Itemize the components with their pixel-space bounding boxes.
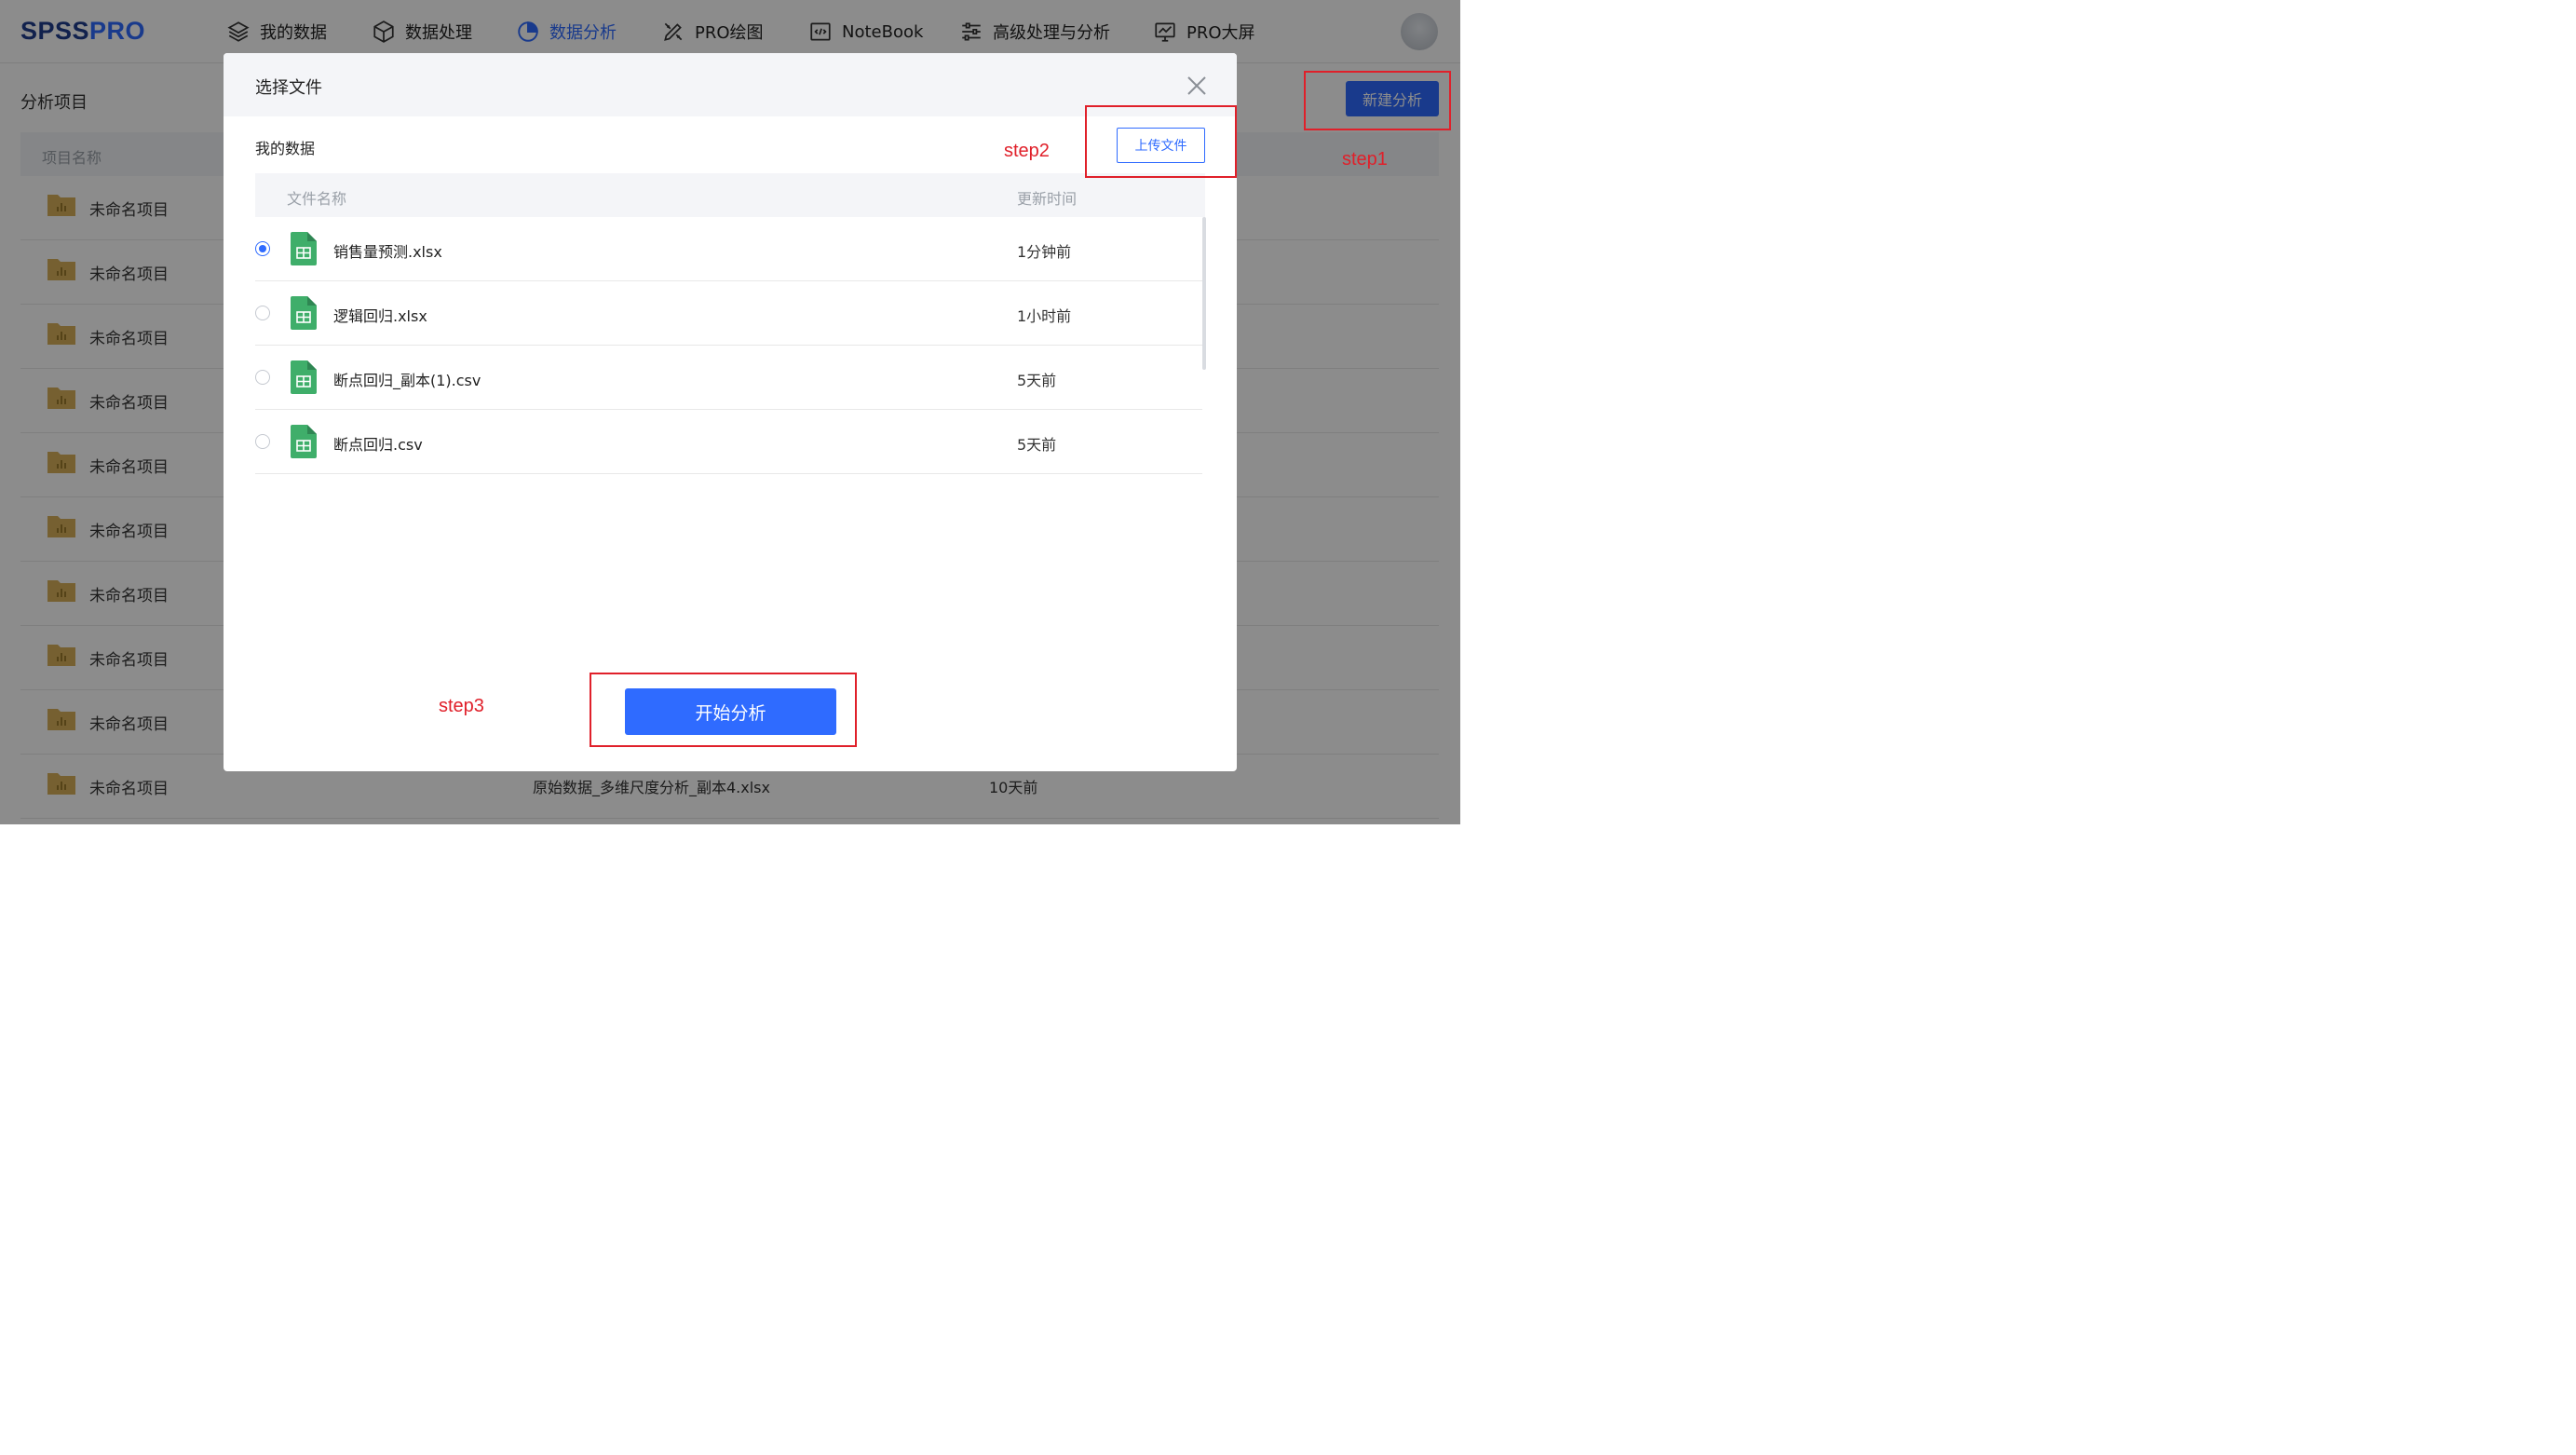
file-time: 1分钟前 — [1017, 243, 1072, 261]
file-name: 销售量预测.xlsx — [333, 243, 442, 261]
step3-highlight-box — [590, 673, 857, 747]
file-time: 5天前 — [1017, 436, 1057, 454]
file-radio[interactable] — [255, 370, 270, 385]
file-row[interactable]: 销售量预测.xlsx 1分钟前 — [255, 217, 1202, 281]
file-time: 1小时前 — [1017, 307, 1072, 325]
file-time: 5天前 — [1017, 372, 1057, 389]
step3-label: step3 — [439, 696, 484, 716]
file-name: 逻辑回归.xlsx — [333, 307, 427, 325]
close-icon[interactable] — [1186, 75, 1207, 96]
step1-highlight-box — [1304, 71, 1451, 130]
file-table-header: 文件名称 更新时间 — [255, 173, 1205, 217]
file-name: 断点回归.csv — [333, 436, 423, 454]
file-name: 断点回归_副本(1).csv — [333, 372, 481, 389]
step2-label: step2 — [1004, 141, 1050, 161]
file-radio[interactable] — [255, 434, 270, 449]
column-update-time: 更新时间 — [1017, 190, 1078, 208]
file-radio[interactable] — [255, 241, 270, 256]
step1-label: step1 — [1342, 149, 1388, 170]
spreadsheet-file-icon — [291, 232, 317, 265]
spreadsheet-file-icon — [291, 360, 317, 394]
column-file-name: 文件名称 — [287, 190, 347, 208]
file-row[interactable]: 断点回归_副本(1).csv 5天前 — [255, 346, 1202, 410]
section-label-my-data: 我的数据 — [255, 140, 316, 157]
file-radio[interactable] — [255, 306, 270, 320]
spreadsheet-file-icon — [291, 425, 317, 458]
file-row[interactable]: 逻辑回归.xlsx 1小时前 — [255, 281, 1202, 346]
dialog-title: 选择文件 — [255, 78, 322, 98]
file-list-scrollbar[interactable] — [1202, 217, 1206, 370]
spreadsheet-file-icon — [291, 296, 317, 330]
step2-highlight-box — [1085, 105, 1237, 178]
file-row[interactable]: 断点回归.csv 5天前 — [255, 410, 1202, 474]
